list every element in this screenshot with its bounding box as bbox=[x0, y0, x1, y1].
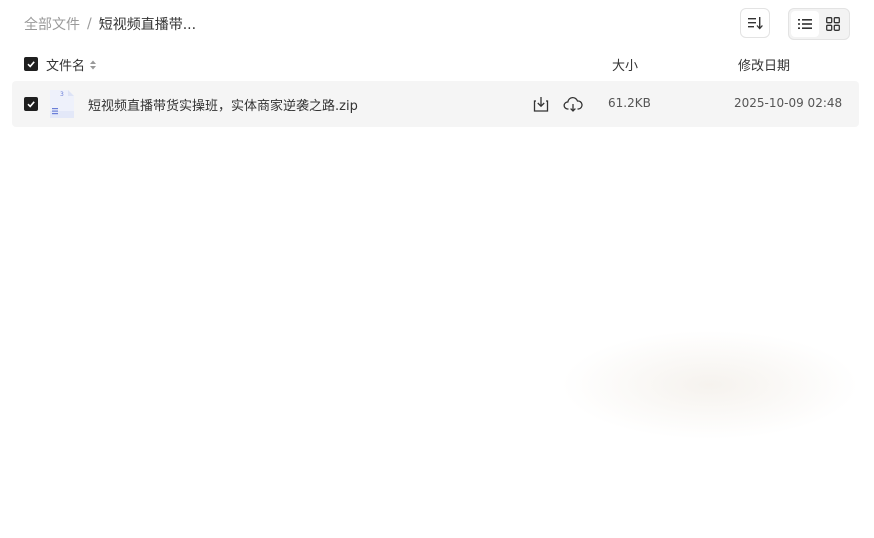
file-modified-date: 2025-10-09 02:48 bbox=[734, 96, 843, 110]
file-size: 61.2KB bbox=[608, 96, 651, 110]
row-checkbox[interactable] bbox=[24, 97, 38, 111]
check-icon bbox=[27, 61, 35, 68]
column-header-name-label: 文件名 bbox=[46, 59, 86, 74]
select-all-checkbox[interactable] bbox=[24, 57, 38, 71]
grid-view-icon bbox=[826, 17, 840, 31]
breadcrumb: 全部文件 / 短视频直播带... bbox=[24, 14, 196, 34]
check-icon bbox=[27, 101, 35, 108]
table-row[interactable]: 3 短视频直播带货实操班，实体商家逆袭之路.zip 61.2KB 2025-10… bbox=[12, 81, 859, 127]
decorative-shadow bbox=[560, 330, 860, 440]
breadcrumb-current: 短视频直播带... bbox=[98, 17, 197, 33]
grid-view-button[interactable] bbox=[819, 11, 847, 37]
list-view-icon bbox=[798, 19, 812, 29]
view-toggle bbox=[788, 8, 850, 40]
list-view-button[interactable] bbox=[791, 11, 819, 37]
download-icon[interactable] bbox=[532, 95, 550, 113]
file-browser-page: 全部文件 / 短视频直播带... 文件名 大小 修改日期 3 短视频直播带货实操… bbox=[0, 0, 874, 538]
table-header: 文件名 大小 修改日期 bbox=[12, 50, 859, 78]
sort-toggle-icon bbox=[90, 60, 97, 69]
svg-text:3: 3 bbox=[60, 91, 64, 98]
file-name[interactable]: 短视频直播带货实操班，实体商家逆袭之路.zip bbox=[88, 95, 358, 114]
breadcrumb-separator: / bbox=[87, 16, 92, 32]
cloud-save-icon[interactable] bbox=[563, 95, 583, 113]
breadcrumb-root-link[interactable]: 全部文件 bbox=[24, 14, 80, 34]
sort-icon bbox=[748, 17, 763, 30]
zip-file-icon: 3 bbox=[50, 90, 74, 118]
column-header-date: 修改日期 bbox=[738, 59, 791, 74]
sort-button[interactable] bbox=[740, 8, 770, 38]
column-header-name[interactable]: 文件名 bbox=[46, 55, 97, 74]
column-header-size: 大小 bbox=[612, 59, 639, 74]
